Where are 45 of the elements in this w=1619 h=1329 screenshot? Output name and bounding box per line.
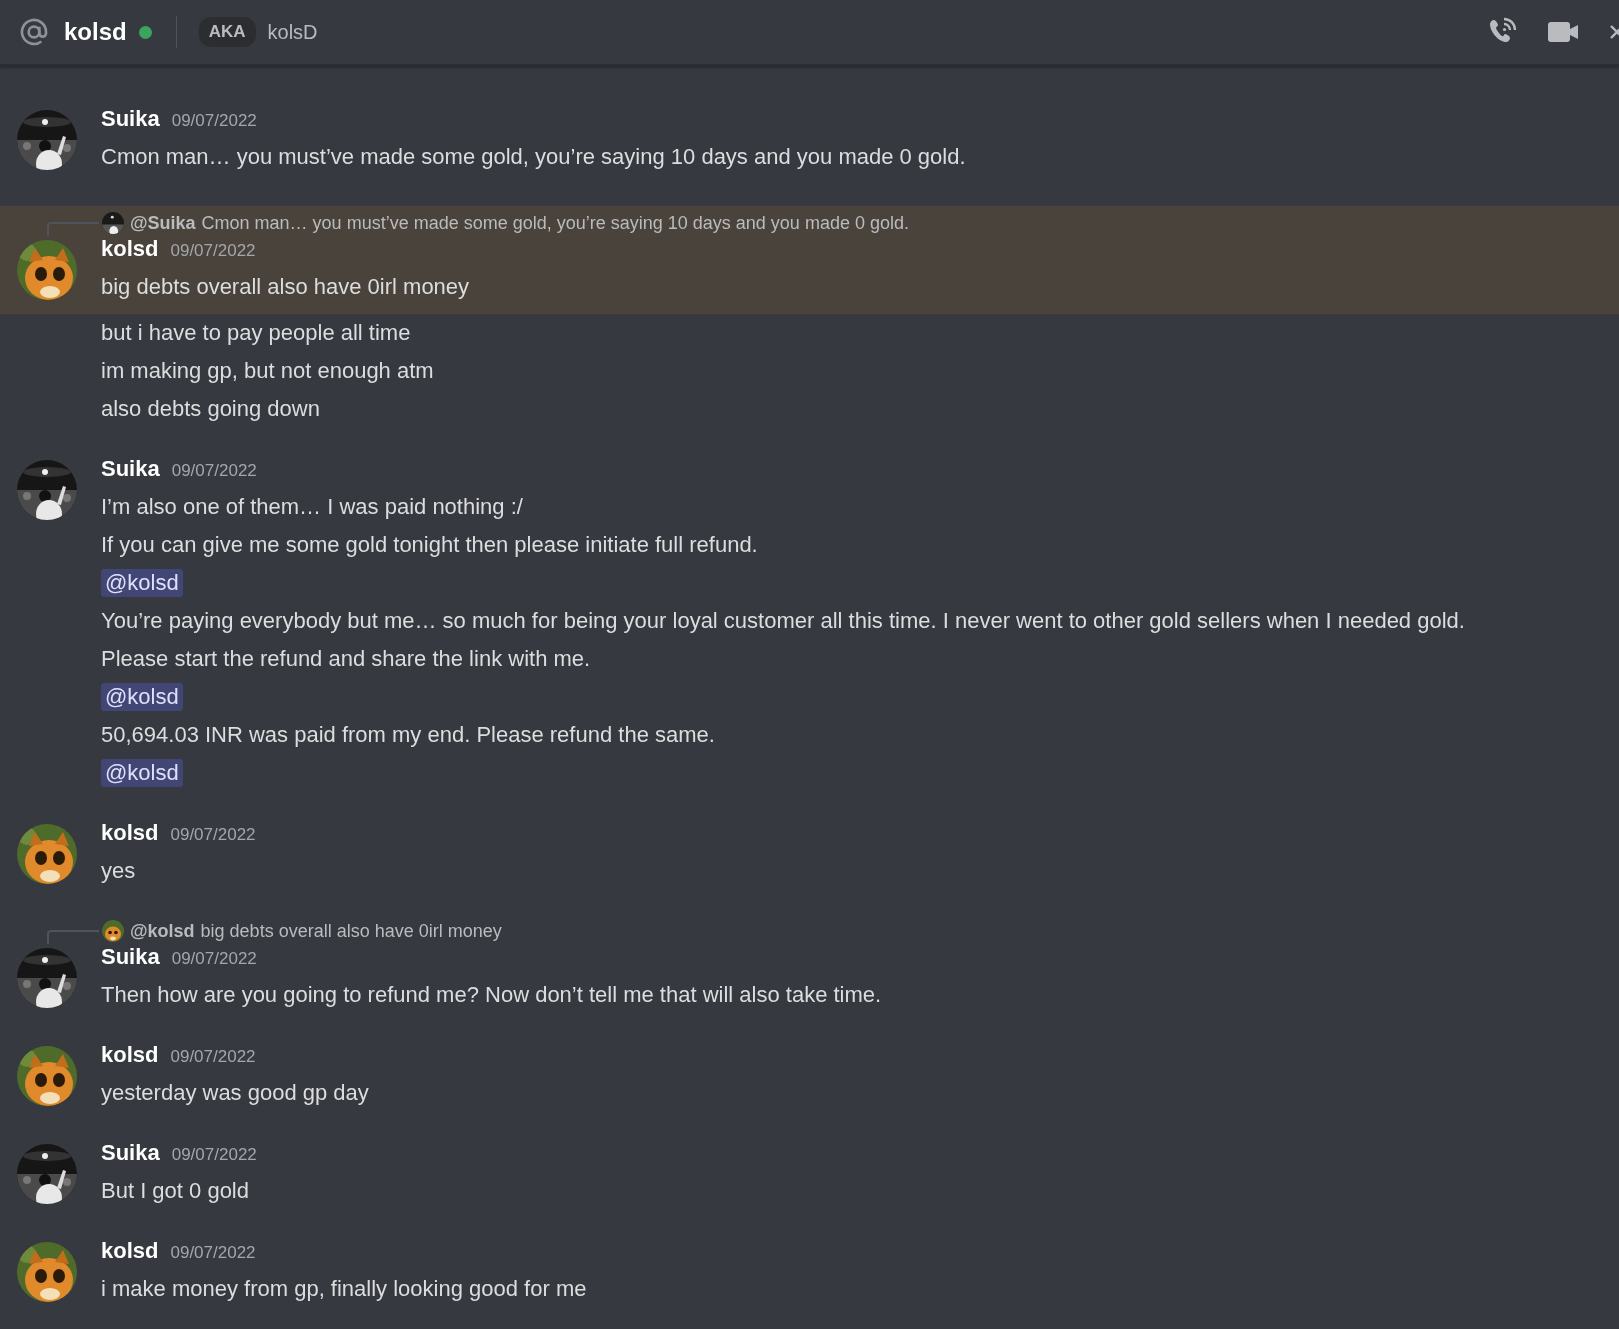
timestamp: 09/07/2022 [171,1145,257,1165]
reply-preview[interactable]: Cmon man… you must’ve made some gold, you’re saying 10 days and you made 0 gold. [201,212,909,234]
author-name[interactable]: Suika [101,456,160,482]
author-name[interactable]: kolsd [101,1238,159,1264]
message-text: also debts going down [101,396,320,422]
timestamp: 09/07/2022 [170,825,256,845]
timestamp: 09/07/2022 [170,1047,256,1067]
timestamp: 09/07/2022 [170,241,256,261]
message-text: 50,694.03 INR was paid from my end. Please refund the same. [101,722,715,748]
message-text: I’m also one of them… I was paid nothing :/ [101,494,523,520]
video-camera-icon[interactable] [1547,20,1579,44]
author-name[interactable]: Suika [101,944,160,970]
author-name[interactable]: Suika [101,1140,160,1166]
reply-connector [46,928,100,944]
reply-preview[interactable]: big debts overall also have 0irl money [200,920,502,942]
message-text: yesterday was good gp day [101,1080,369,1106]
author-name[interactable]: kolsd [101,236,159,262]
reply-connector [46,220,100,236]
aka-name: kolsD [267,20,318,44]
user-mention[interactable]: @kolsd [101,683,183,711]
aka-badge: AKA [198,17,256,47]
author-name[interactable]: kolsd [101,1042,159,1068]
message-text: i make money from gp, finally looking good for me [101,1276,587,1302]
author-name[interactable]: kolsd [101,820,159,846]
user-mention[interactable]: @kolsd [101,569,183,597]
message-text: Cmon man… you must’ve made some gold, you’re saying 10 days and you made 0 gold. [101,144,966,170]
at-sign-icon [18,16,50,48]
reply-author[interactable]: @kolsd [130,920,195,942]
message-text: big debts overall also have 0irl money [101,274,470,300]
reply-author[interactable]: @Suika [130,212,196,234]
message-text: You’re paying everybody but me… so much for being your loyal customer all this time. I never went to other gold sellers when I needed gold. [101,608,1465,634]
message-text: Then how are you going to refund me? Now don’t tell me that will also take time. [101,982,882,1008]
message-text: im making gp, but not enough atm [101,358,434,384]
message-text: If you can give me some gold tonight then please initiate full refund. [101,532,758,558]
user-mention[interactable]: @kolsd [101,759,183,787]
timestamp: 09/07/2022 [171,461,257,481]
timestamp: 09/07/2022 [170,1243,256,1263]
author-name[interactable]: Suika [101,106,160,132]
message-text: Please start the refund and share the link with me. [101,646,591,672]
user-name: kolsd [64,18,127,46]
timestamp: 09/07/2022 [171,949,257,969]
timestamp: 09/07/2022 [171,111,257,131]
message-text: But I got 0 gold [101,1178,249,1204]
message-text: but i have to pay people all time [101,320,411,346]
message-text: yes [101,858,136,884]
